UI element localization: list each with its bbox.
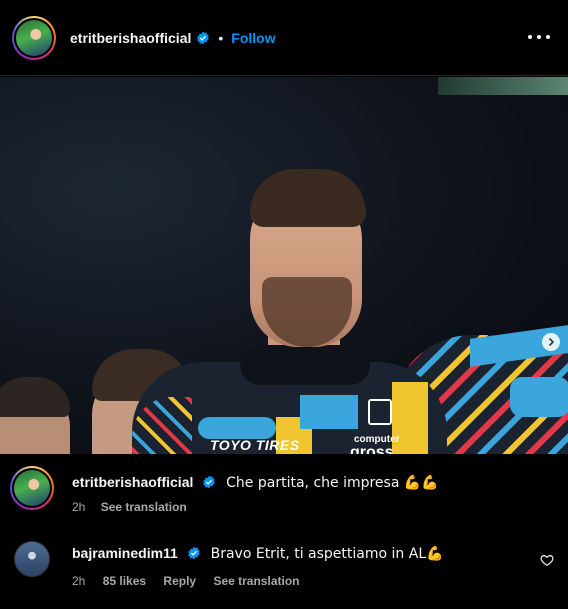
separator-dot: • — [218, 29, 224, 46]
verified-badge-icon — [187, 546, 200, 560]
post-caption: etritberishaofficial Che partita, che im… — [0, 455, 568, 525]
comment-item: bajraminedim11 Bravo Etrit, ti aspettiam… — [0, 530, 568, 600]
comment-time: 2h — [72, 574, 86, 588]
see-translation-link[interactable]: See translation — [213, 574, 299, 588]
follow-button[interactable]: Follow — [231, 30, 275, 46]
avatar — [14, 470, 50, 506]
comment-text: Bravo Etrit, ti aspettiamo in AL💪 — [210, 546, 444, 562]
kappa-logo — [198, 417, 276, 439]
reply-button[interactable]: Reply — [163, 574, 196, 588]
post-image[interactable]: TOYO TIRES computer gross — [0, 77, 568, 454]
chevron-right-icon — [548, 337, 555, 347]
comment-username[interactable]: bajraminedim11 — [72, 545, 178, 561]
commenter-avatar[interactable] — [14, 541, 50, 577]
sponsor-gross: gross — [350, 444, 394, 454]
carousel-next-button[interactable] — [542, 333, 560, 351]
see-translation-link[interactable]: See translation — [101, 500, 187, 514]
more-options-icon[interactable] — [528, 32, 550, 42]
heart-icon[interactable] — [540, 553, 554, 567]
verified-badge-icon — [203, 475, 216, 489]
post-username[interactable]: etritberishaofficial — [70, 30, 191, 46]
club-crest-icon — [368, 399, 392, 425]
caption-avatar-ring[interactable] — [10, 466, 54, 510]
profile-avatar-ring[interactable] — [12, 15, 56, 60]
verified-badge-icon — [197, 31, 210, 44]
comment-likes[interactable]: 85 likes — [103, 574, 146, 588]
sponsor-toyo: TOYO TIRES — [210, 437, 300, 453]
caption-text: Che partita, che impresa 💪💪 — [226, 475, 439, 491]
caption-username[interactable]: etritberishaofficial — [72, 474, 193, 490]
post-header: etritberishaofficial • Follow — [0, 0, 568, 76]
avatar — [16, 19, 52, 56]
caption-time: 2h — [72, 500, 86, 514]
